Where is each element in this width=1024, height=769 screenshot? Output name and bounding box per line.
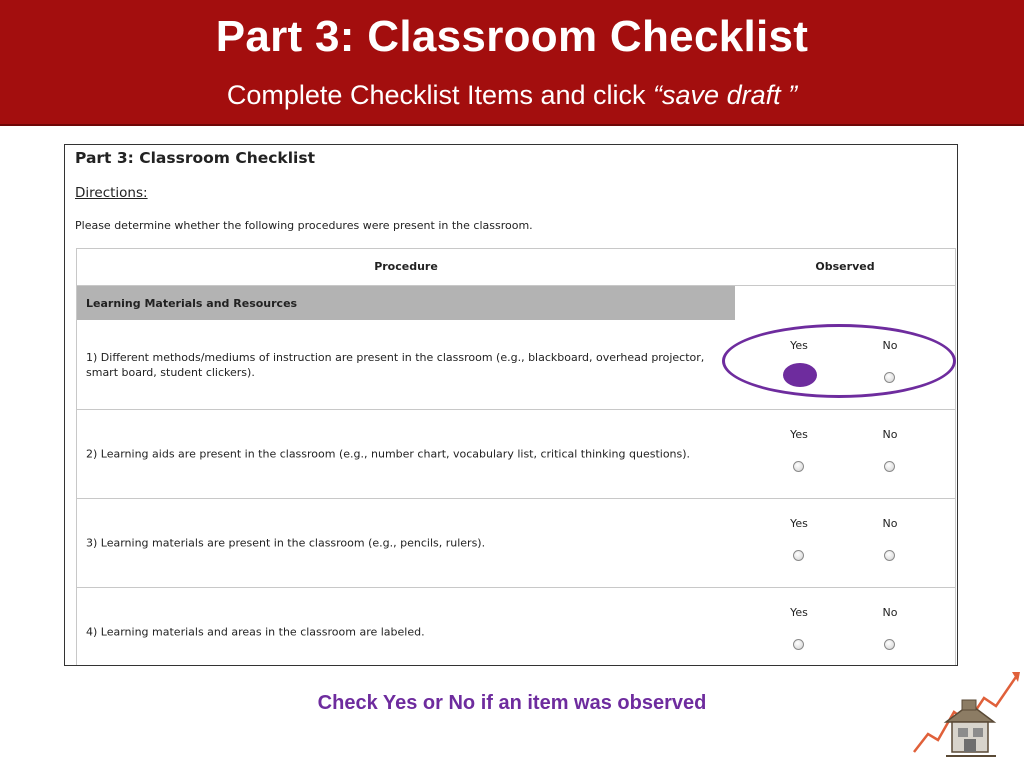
- subtitle-emphasis: “save draft ”: [653, 80, 798, 110]
- title-banner: Part 3: Classroom Checklist Complete Che…: [0, 0, 1024, 126]
- footer-note: Check Yes or No if an item was observed: [317, 692, 707, 714]
- yes-radio[interactable]: [793, 639, 804, 650]
- no-label: No: [882, 517, 898, 530]
- section-title: Learning Materials and Resources: [86, 297, 298, 310]
- yes-label: Yes: [790, 517, 808, 530]
- no-radio[interactable]: [884, 461, 895, 472]
- table-row: 2) Learning aids are present in the clas…: [77, 410, 955, 499]
- table-row: 3) Learning materials are present in the…: [77, 499, 955, 588]
- selected-marker: [783, 363, 817, 387]
- instructions-text: Please determine whether the following p…: [75, 219, 533, 232]
- subtitle-text: Complete Checklist Items and click: [226, 80, 654, 110]
- procedure-column-header: Procedure: [374, 260, 438, 273]
- highlight-ellipse: [722, 324, 956, 398]
- slide-title: Part 3: Classroom Checklist: [215, 12, 809, 61]
- procedure-text: 4) Learning materials and areas in the c…: [86, 625, 425, 639]
- procedure-text: 2) Learning aids are present in the clas…: [86, 447, 691, 461]
- form-title: Part 3: Classroom Checklist: [75, 149, 316, 167]
- yes-label: Yes: [790, 428, 808, 441]
- yes-radio[interactable]: [793, 550, 804, 561]
- checklist-table: Procedure Observed Learning Materials an…: [76, 248, 956, 665]
- procedure-text: 1) Different methods/mediums of instruct…: [86, 351, 705, 379]
- no-label: No: [882, 428, 898, 441]
- house-growth-chart-icon: [908, 664, 1022, 764]
- table-row: 4) Learning materials and areas in the c…: [77, 588, 955, 665]
- section-header: Learning Materials and Resources: [77, 286, 735, 320]
- procedure-text: 3) Learning materials are present in the…: [86, 536, 486, 550]
- yes-radio[interactable]: [793, 461, 804, 472]
- no-radio[interactable]: [884, 550, 895, 561]
- checklist-screenshot: Part 3: Classroom Checklist Directions: …: [64, 144, 958, 666]
- no-label: No: [882, 606, 898, 619]
- yes-label: Yes: [790, 606, 808, 619]
- no-radio[interactable]: [884, 639, 895, 650]
- observed-column-header: Observed: [815, 260, 875, 273]
- table-header: Procedure Observed: [77, 249, 955, 286]
- directions-label: Directions:: [75, 185, 148, 201]
- slide-subtitle: Complete Checklist Items and click “save…: [0, 80, 1024, 111]
